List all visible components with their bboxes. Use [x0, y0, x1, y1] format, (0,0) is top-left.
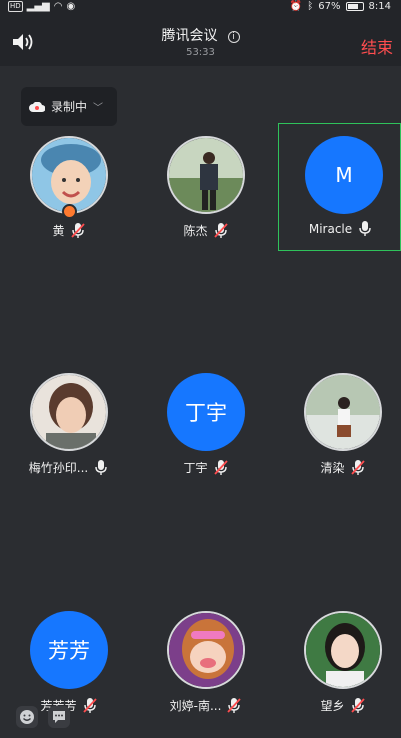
meeting-timer: 53:33 [186, 47, 215, 58]
mic-icon [95, 459, 107, 475]
mic-muted-icon [227, 697, 242, 713]
avatar [30, 373, 108, 451]
mic-muted-icon [350, 697, 365, 713]
participant-tile[interactable]: 刘婷-南... [137, 600, 274, 738]
mic-muted-icon [70, 222, 85, 238]
info-icon[interactable]: i [227, 31, 240, 43]
bottom-toolbar [16, 706, 70, 728]
alarm-icon: ⏰ [289, 1, 303, 12]
participant-tile[interactable]: 黄 [0, 125, 137, 275]
battery-icon [345, 2, 364, 11]
cloud-record-icon [29, 101, 45, 112]
recording-indicator[interactable]: 录制中 ﹀ [21, 87, 117, 126]
participant-name: 刘婷-南... [169, 699, 222, 713]
meeting-title[interactable]: 腾讯会议 [161, 28, 217, 44]
mic-muted-icon [213, 222, 228, 238]
participant-name: 丁宇 [183, 461, 208, 475]
mic-muted-icon [350, 459, 365, 475]
participant-name: 梅竹孙印... [28, 461, 89, 475]
avatar [304, 611, 382, 689]
participant-name: 黄 [52, 224, 65, 238]
status-bar: HD ▂▄▆ ◠ ◉ ⏰ ᛒ 67% 8:14 [0, 0, 401, 16]
participant-tile[interactable]: 望乡 [274, 600, 401, 738]
avatar: 丁宇 [167, 373, 245, 451]
participant-tile[interactable]: 陈杰 [137, 125, 274, 275]
participant-name: Miracle [308, 222, 353, 236]
participant-tile[interactable]: 清染 [274, 362, 401, 512]
recording-label: 录制中 [51, 100, 88, 114]
avatar [30, 136, 108, 214]
mic-icon [359, 221, 371, 236]
bluetooth-icon: ᛒ [307, 1, 314, 12]
host-badge [62, 204, 77, 219]
meeting-header: 腾讯会议 i 53:33 结束 [0, 16, 401, 66]
battery-percent: 67% [318, 1, 341, 12]
avatar: 芳芳 [30, 611, 108, 689]
avatar [167, 136, 245, 214]
avatar: M [305, 136, 383, 214]
participant-name: 陈杰 [183, 224, 208, 238]
emoji-icon[interactable] [16, 706, 38, 728]
chevron-down-icon: ﹀ [93, 103, 104, 114]
participant-tile-active-speaker[interactable]: M Miracle [278, 123, 401, 251]
avatar [167, 611, 245, 689]
signal-icon: ▂▄▆ [26, 1, 50, 12]
mic-muted-icon [213, 459, 228, 475]
wifi-icon: ◠ [53, 1, 63, 12]
hd-badge: HD [8, 1, 23, 12]
avatar [304, 373, 382, 451]
eye-icon: ◉ [66, 1, 76, 12]
participant-tile[interactable]: 梅竹孙印... [0, 362, 137, 512]
chat-icon[interactable] [48, 706, 70, 728]
mic-muted-icon [82, 697, 97, 713]
participant-tile[interactable]: 丁宇 丁宇 [137, 362, 274, 512]
participant-name: 望乡 [320, 699, 345, 713]
participant-name: 清染 [320, 461, 345, 475]
clock: 8:14 [368, 1, 391, 12]
end-meeting-button[interactable]: 结束 [361, 34, 393, 58]
